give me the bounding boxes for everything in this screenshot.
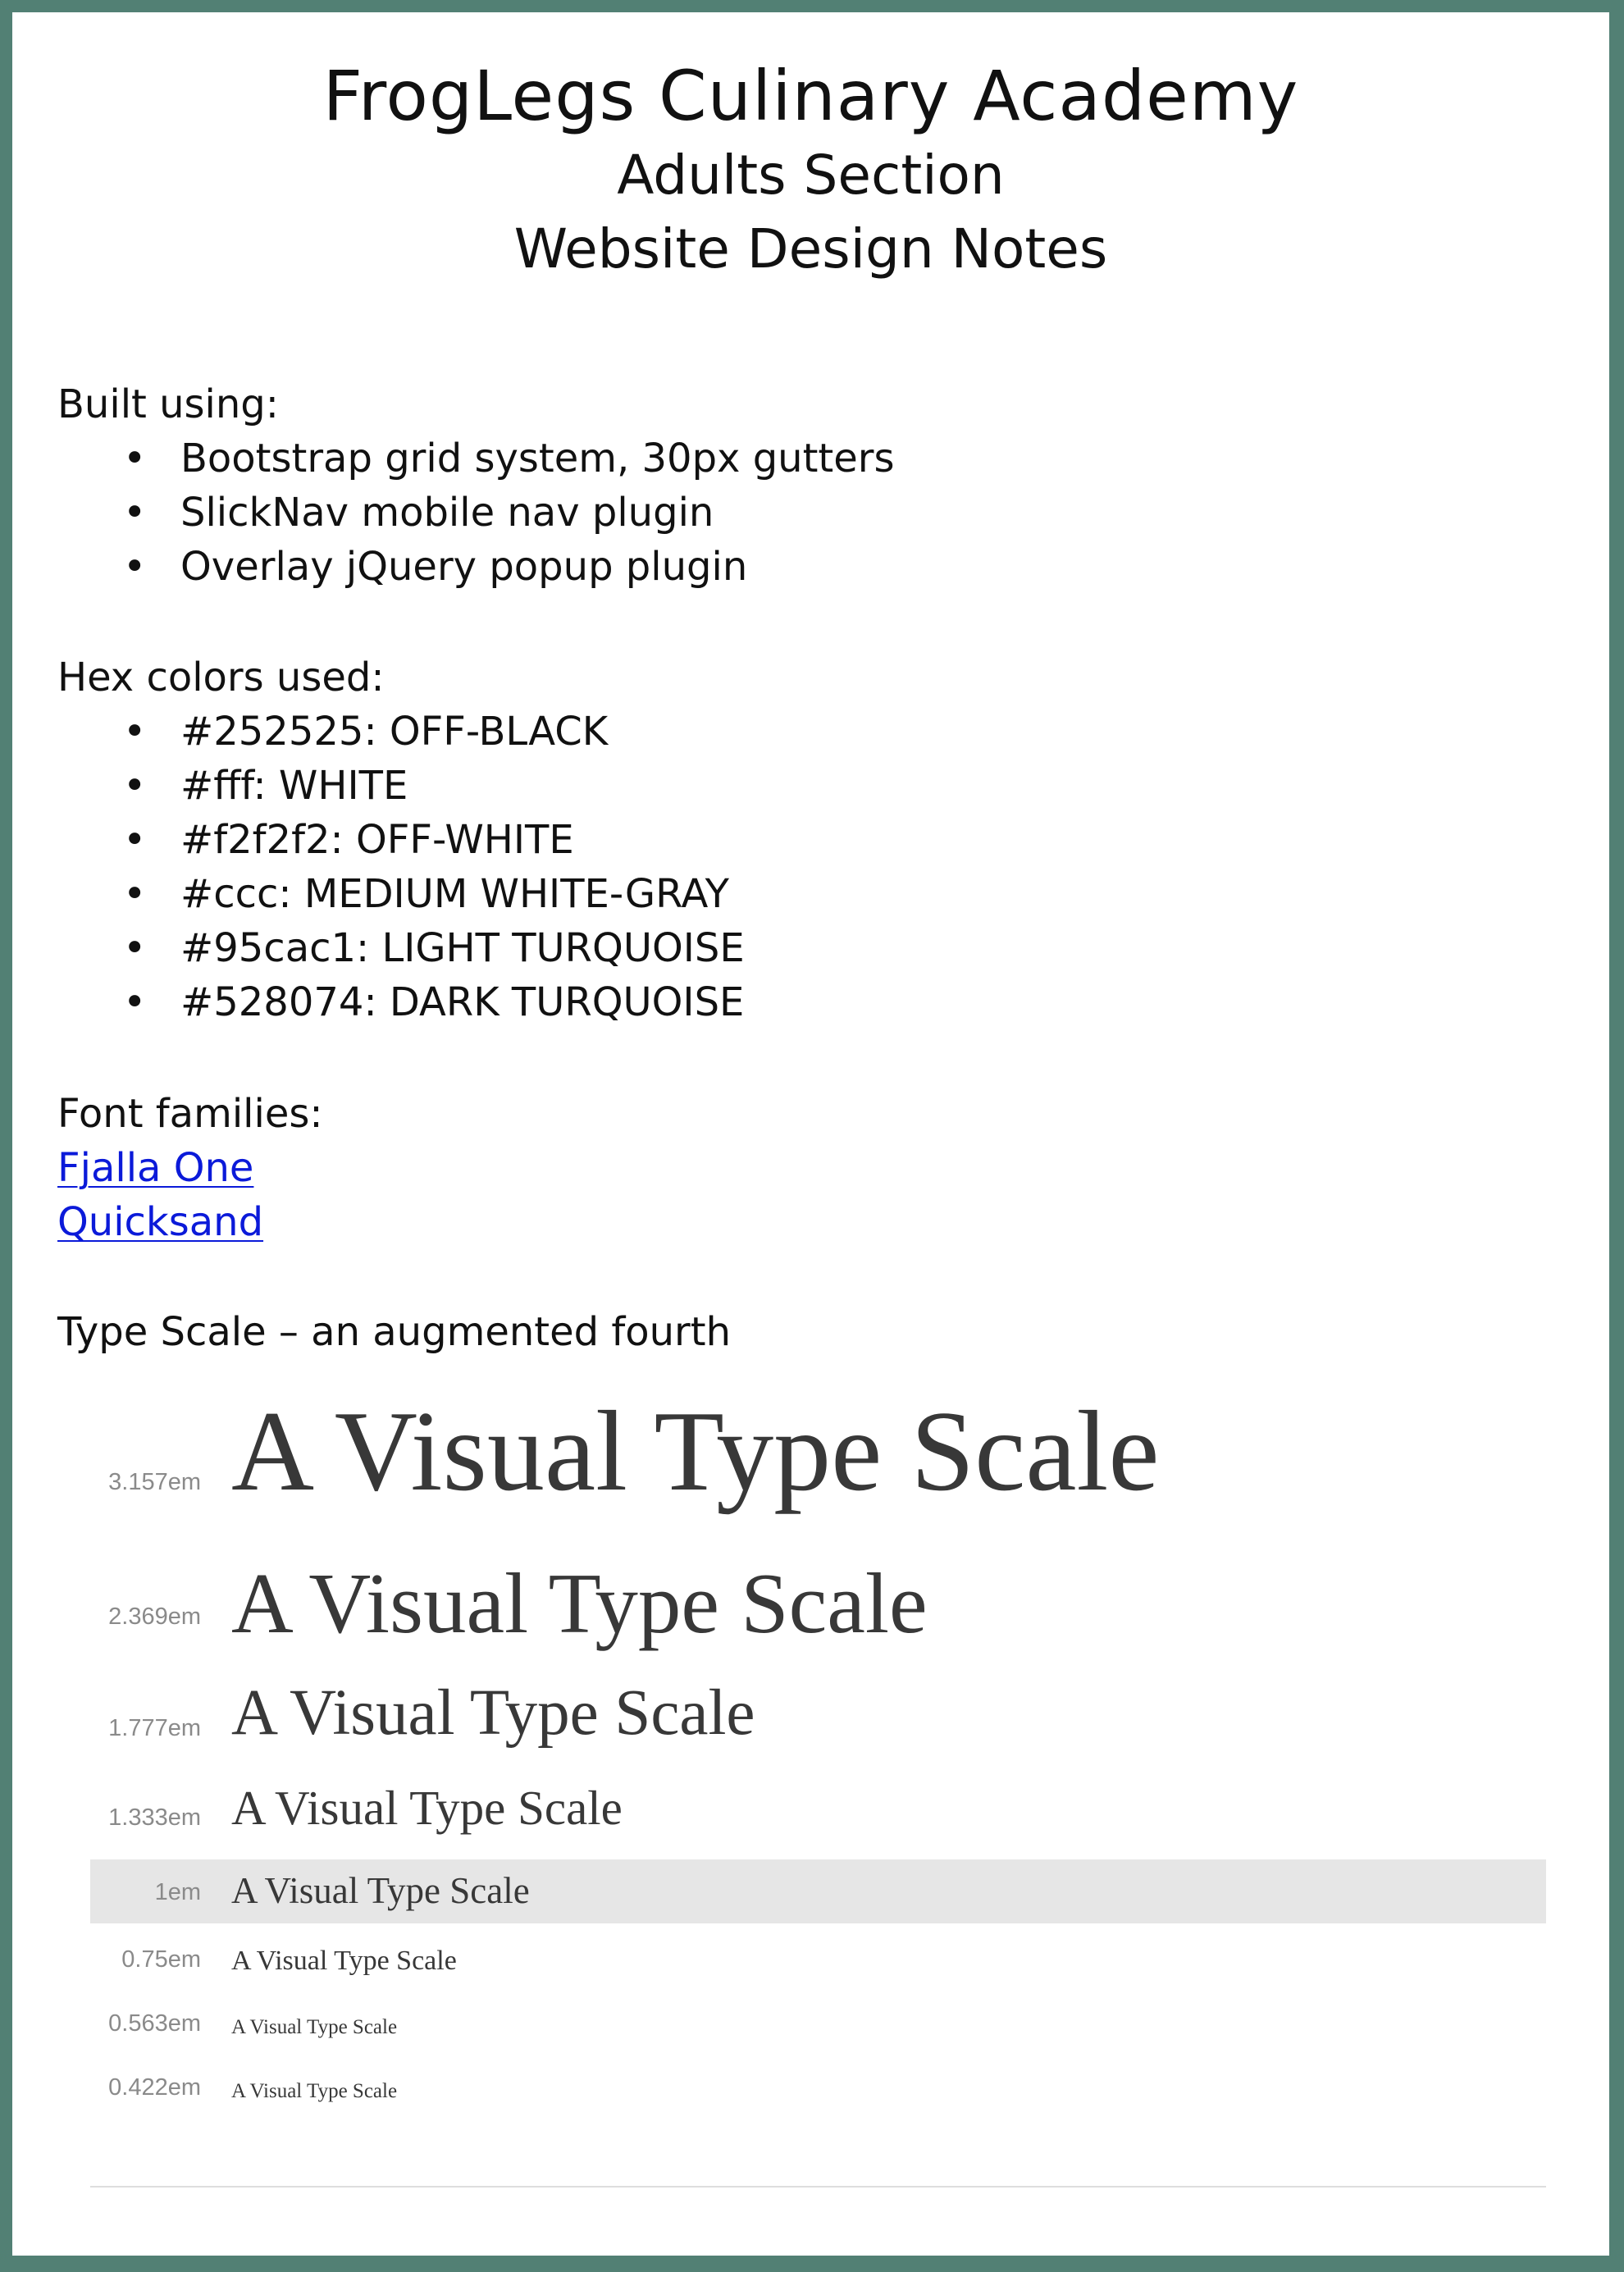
list-item: • Bootstrap grid system, 30px gutters [57, 431, 895, 486]
type-scale-size-label: 1em [154, 1879, 201, 1905]
document-header: FrogLegs Culinary Academy Adults Section… [12, 53, 1609, 286]
font-families-heading: Font families: [57, 1091, 323, 1137]
bullet-icon: • [123, 436, 147, 481]
type-scale-size-label: 2.369em [108, 1604, 201, 1630]
list-item: • SlickNav mobile nav plugin [57, 486, 895, 540]
type-scale-row: 0.563em A Visual Type Scale [90, 2009, 1546, 2042]
list-item: • #fff: WHITE [57, 759, 745, 813]
type-scale-heading: Type Scale – an augmented fourth [57, 1309, 732, 1355]
type-scale-row: 0.75em A Visual Type Scale [90, 1943, 1546, 1979]
document-page: FrogLegs Culinary Academy Adults Section… [12, 12, 1609, 2256]
list-item-text: SlickNav mobile nav plugin [180, 490, 714, 536]
bullet-icon: • [123, 544, 147, 590]
font-link-fjalla-one[interactable]: Fjalla One [57, 1141, 253, 1195]
bullet-icon: • [123, 925, 147, 971]
list-item: • #f2f2f2: OFF-WHITE [57, 813, 745, 867]
horizontal-divider [90, 2186, 1546, 2188]
bullet-icon: • [123, 709, 147, 755]
type-scale-row: 1.777em A Visual Type Scale [90, 1681, 1546, 1746]
type-scale-sample: A Visual Type Scale [231, 2016, 398, 2038]
hex-colors-list: • #252525: OFF-BLACK • #fff: WHITE • #f2f2f… [57, 705, 745, 1029]
page-subtitle-notes: Website Design Notes [513, 217, 1108, 281]
font-link-quicksand[interactable]: Quicksand [57, 1195, 263, 1249]
type-scale-row: 1.333em A Visual Type Scale [90, 1782, 1546, 1834]
list-item: • #95cac1: LIGHT TURQUOISE [57, 921, 745, 975]
type-scale-size-label: 0.75em [121, 1946, 201, 1973]
list-item-text: Bootstrap grid system, 30px gutters [180, 436, 895, 481]
list-item-text: Overlay jQuery popup plugin [180, 544, 748, 590]
type-scale-sample: A Visual Type Scale [231, 1677, 755, 1749]
list-item: • #ccc: MEDIUM WHITE-GRAY [57, 867, 745, 921]
list-item-text: #528074: DARK TURQUOISE [180, 979, 745, 1025]
type-scale-size-label: 0.422em [108, 2074, 201, 2101]
type-scale-sample: A Visual Type Scale [231, 1946, 457, 1976]
hex-colors-section: Hex colors used: • #252525: OFF-BLACK • #f… [57, 650, 745, 1029]
bullet-icon: • [123, 817, 147, 863]
bullet-icon: • [123, 490, 147, 536]
type-scale-sample: A Visual Type Scale [231, 1781, 623, 1835]
type-scale-row-highlighted: 1em A Visual Type Scale [90, 1859, 1546, 1923]
list-item: • #528074: DARK TURQUOISE [57, 975, 745, 1029]
page-title: FrogLegs Culinary Academy [322, 56, 1299, 136]
list-item-text: #f2f2f2: OFF-WHITE [180, 817, 574, 863]
list-item-text: #95cac1: LIGHT TURQUOISE [180, 925, 745, 971]
type-scale-sample: A Visual Type Scale [231, 1388, 1160, 1515]
font-families-section: Font families: Fjalla One Quicksand [57, 1087, 323, 1249]
type-scale-size-label: 1.777em [108, 1715, 201, 1741]
type-scale-sample: A Visual Type Scale [231, 2080, 398, 2102]
built-using-heading: Built using: [57, 381, 279, 427]
list-item-text: #fff: WHITE [180, 763, 408, 809]
type-scale-size-label: 3.157em [108, 1469, 201, 1495]
bullet-icon: • [123, 979, 147, 1025]
bullet-icon: • [123, 763, 147, 809]
type-scale-size-label: 0.563em [108, 2010, 201, 2037]
bullet-icon: • [123, 871, 147, 917]
built-using-section: Built using: • Bootstrap grid system, 30p… [57, 377, 895, 594]
list-item: • Overlay jQuery popup plugin [57, 540, 895, 594]
type-scale-size-label: 1.333em [108, 1804, 201, 1831]
built-using-list: • Bootstrap grid system, 30px gutters • Sl… [57, 431, 895, 594]
type-scale-row: 3.157em A Visual Type Scale [90, 1388, 1546, 1515]
list-item: • #252525: OFF-BLACK [57, 705, 745, 759]
type-scale-sample: A Visual Type Scale [231, 1870, 530, 1911]
type-scale-row: 2.369em A Visual Type Scale [90, 1555, 1546, 1651]
type-scale-heading-wrap: Type Scale – an augmented fourth [57, 1305, 731, 1359]
list-item-text: #ccc: MEDIUM WHITE-GRAY [180, 871, 729, 917]
hex-colors-heading: Hex colors used: [57, 655, 385, 700]
type-scale-row: 0.422em A Visual Type Scale [90, 2073, 1546, 2105]
list-item-text: #252525: OFF-BLACK [180, 709, 609, 755]
type-scale-sample: A Visual Type Scale [231, 1555, 928, 1651]
page-subtitle: Adults Section [617, 144, 1005, 207]
